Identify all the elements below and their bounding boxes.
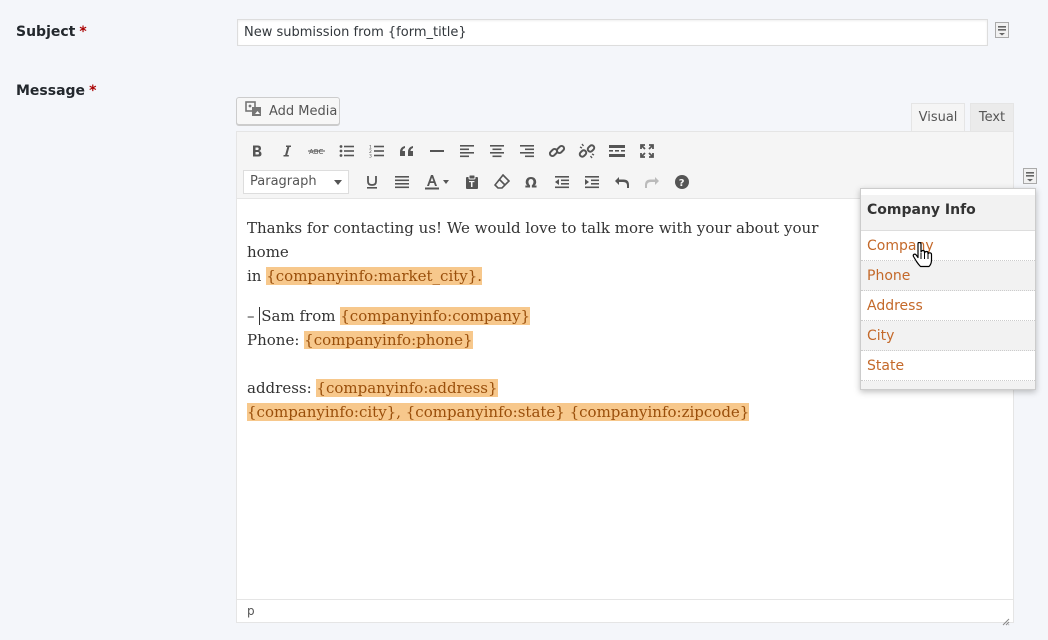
dropdown-item-company[interactable]: Company bbox=[861, 231, 1035, 261]
merge-tag[interactable]: {companyinfo:city}, {companyinfo:state} … bbox=[247, 403, 750, 421]
dropdown-item-state[interactable]: State bbox=[861, 351, 1035, 381]
blockquote-icon[interactable] bbox=[392, 136, 422, 166]
indent-icon[interactable] bbox=[577, 167, 607, 197]
horizontal-line-icon[interactable] bbox=[422, 136, 452, 166]
merge-tag[interactable]: {companyinfo:phone} bbox=[304, 331, 473, 349]
add-media-button[interactable]: Add Media bbox=[236, 97, 340, 125]
intro-paragraph: Thanks for contacting us! We would love … bbox=[247, 219, 819, 285]
add-media-label: Add Media bbox=[269, 103, 338, 119]
dropdown-item-city[interactable]: City bbox=[861, 321, 1035, 351]
merge-tag[interactable]: {companyinfo:address} bbox=[316, 379, 498, 397]
align-right-icon[interactable] bbox=[512, 136, 542, 166]
underline-icon[interactable] bbox=[357, 167, 387, 197]
bold-icon[interactable] bbox=[242, 136, 272, 166]
strikethrough-icon[interactable]: ABC bbox=[302, 136, 332, 166]
special-character-icon[interactable]: Ω bbox=[517, 167, 547, 197]
signature-paragraph: – Sam from {companyinfo:company} Phone: … bbox=[247, 307, 531, 349]
merge-tag[interactable]: {companyinfo:company} bbox=[340, 307, 531, 325]
subject-merge-tag-icon[interactable] bbox=[994, 22, 1010, 38]
svg-text:ABC: ABC bbox=[309, 148, 323, 156]
redo-icon[interactable] bbox=[637, 167, 667, 197]
toolbar-row-1: ABC 123 bbox=[242, 135, 662, 167]
svg-text:?: ? bbox=[679, 178, 685, 189]
address-paragraph: address: {companyinfo:address} {companyin… bbox=[247, 379, 750, 421]
bullet-list-icon[interactable] bbox=[332, 136, 362, 166]
svg-text:T: T bbox=[469, 180, 475, 189]
read-more-icon[interactable] bbox=[602, 136, 632, 166]
subject-input[interactable]: New submission from {form_title} bbox=[237, 19, 988, 46]
message-label: Message * bbox=[16, 83, 97, 99]
unlink-icon[interactable] bbox=[572, 136, 602, 166]
merge-tag[interactable]: {companyinfo:market_city}. bbox=[266, 267, 483, 285]
align-left-icon[interactable] bbox=[452, 136, 482, 166]
italic-icon[interactable] bbox=[272, 136, 302, 166]
align-center-icon[interactable] bbox=[482, 136, 512, 166]
fullscreen-icon[interactable] bbox=[632, 136, 662, 166]
numbered-list-icon[interactable]: 123 bbox=[362, 136, 392, 166]
justify-icon[interactable] bbox=[387, 167, 417, 197]
merge-tag-dropdown: Company Info Company Phone Address City … bbox=[860, 188, 1036, 390]
paste-as-text-icon[interactable]: T bbox=[457, 167, 487, 197]
svg-text:3: 3 bbox=[369, 154, 372, 159]
required-marker: * bbox=[79, 24, 87, 40]
dropdown-group-header: Company Info bbox=[861, 195, 1035, 231]
tab-text[interactable]: Text bbox=[970, 103, 1014, 132]
tab-visual[interactable]: Visual bbox=[911, 103, 965, 132]
dropdown-item-phone[interactable]: Phone bbox=[861, 261, 1035, 291]
media-icon bbox=[245, 101, 263, 121]
editor-content[interactable]: Thanks for contacting us! We would love … bbox=[247, 216, 847, 440]
resize-handle-icon[interactable] bbox=[1002, 611, 1010, 626]
subject-label: Subject * bbox=[16, 24, 87, 40]
message-merge-tag-icon[interactable] bbox=[1022, 168, 1038, 184]
toolbar-row-2: Paragraph T Ω ? bbox=[237, 166, 697, 198]
help-icon[interactable]: ? bbox=[667, 167, 697, 197]
notification-settings-page: Subject * New submission from {form_title… bbox=[0, 0, 1048, 640]
chevron-down-icon bbox=[334, 180, 342, 185]
svg-text:Ω: Ω bbox=[525, 176, 537, 190]
link-icon[interactable] bbox=[542, 136, 572, 166]
text-color-icon[interactable] bbox=[417, 167, 457, 197]
undo-icon[interactable] bbox=[607, 167, 637, 197]
outdent-icon[interactable] bbox=[547, 167, 577, 197]
format-select[interactable]: Paragraph bbox=[243, 170, 349, 194]
editor-statusbar: p bbox=[237, 599, 1013, 626]
required-marker: * bbox=[89, 83, 97, 99]
element-path[interactable]: p bbox=[247, 604, 255, 618]
clear-formatting-icon[interactable] bbox=[487, 167, 517, 197]
dropdown-item-zip-code[interactable]: Zip Code bbox=[861, 381, 1035, 389]
hand-pointer-icon bbox=[912, 241, 934, 272]
dropdown-item-address[interactable]: Address bbox=[861, 291, 1035, 321]
